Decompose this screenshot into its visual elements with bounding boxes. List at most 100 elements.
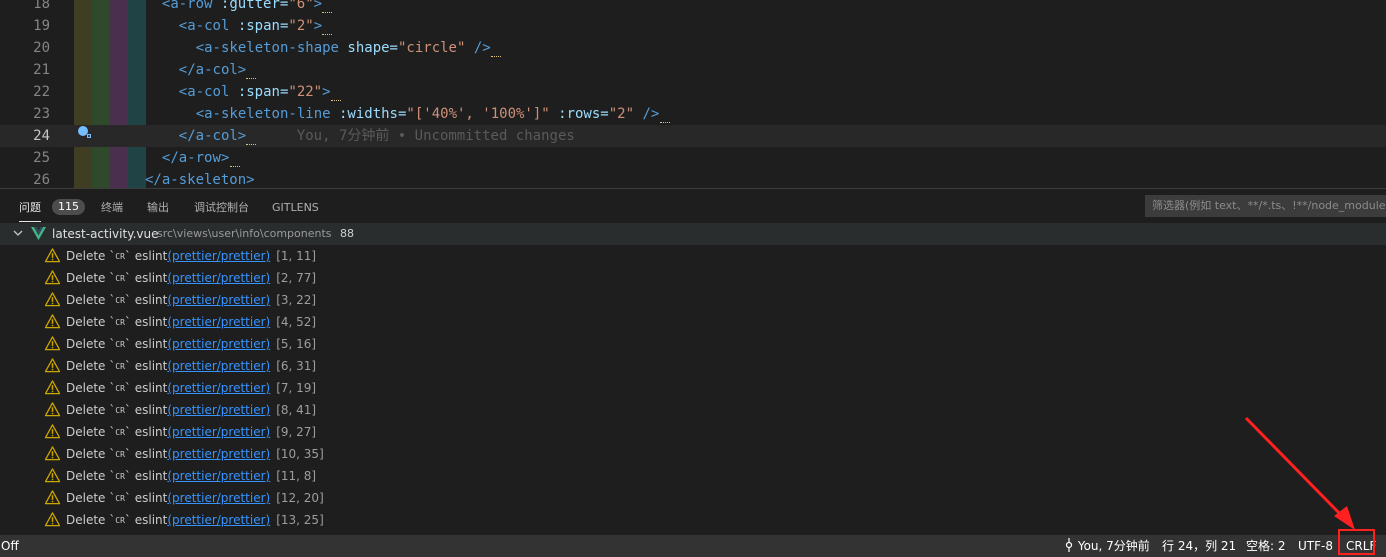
problem-item[interactable]: Delete `CR` eslint(prettier/prettier) [1,… bbox=[0, 245, 1386, 267]
problem-item[interactable]: Delete `CR` eslint(prettier/prettier) [10… bbox=[0, 443, 1386, 465]
code-token: :gutter= bbox=[220, 0, 289, 12]
problem-item[interactable]: Delete `CR` eslint(prettier/prettier) [13… bbox=[0, 509, 1386, 531]
code-editor[interactable]: 18 <a-row :gutter="6"> 19 <a-col :span="2">… bbox=[0, 0, 1386, 188]
tab-terminal[interactable]: 终端 bbox=[101, 199, 123, 217]
problem-source: eslint bbox=[134, 315, 168, 329]
code-token: > bbox=[313, 0, 323, 12]
problem-rule-link[interactable]: (prettier/prettier) bbox=[167, 513, 270, 527]
status-cursor-position[interactable]: 行 24，列 21 bbox=[1162, 535, 1236, 557]
problem-text: Delete ` bbox=[66, 381, 116, 395]
code-token: "22" bbox=[288, 84, 323, 100]
problem-rule-link[interactable]: (prettier/prettier) bbox=[167, 249, 270, 263]
code-line[interactable]: 21 </a-col> bbox=[0, 59, 1386, 81]
problem-source: eslint bbox=[134, 359, 168, 373]
problem-rule-link[interactable]: (prettier/prettier) bbox=[167, 271, 270, 285]
cr-glyph: CR bbox=[115, 472, 125, 481]
code-line[interactable]: 19 <a-col :span="2"> bbox=[0, 15, 1386, 37]
warning-icon bbox=[45, 380, 60, 395]
status-git-blame[interactable]: You, 7分钟前 bbox=[1064, 535, 1150, 557]
code-token: </a-skeleton> bbox=[145, 172, 255, 188]
status-bar: Off You, 7分钟前 行 24，列 21 空格: 2 UTF-8 CRLF bbox=[0, 535, 1386, 557]
problem-text-end: ` bbox=[124, 381, 135, 395]
code-token: :widths= bbox=[338, 106, 407, 122]
problem-item[interactable]: Delete `CR` eslint(prettier/prettier) [11… bbox=[0, 465, 1386, 487]
problem-item[interactable]: Delete `CR` eslint(prettier/prettier) [3,… bbox=[0, 289, 1386, 311]
line-number: 18 bbox=[33, 0, 50, 12]
filter-input[interactable]: 筛选器(例如 text、**/*.ts、!**/node_modules/**) bbox=[1145, 195, 1386, 217]
code-token: shape= bbox=[347, 40, 398, 56]
problem-text: Delete ` bbox=[66, 271, 116, 285]
problem-text-end: ` bbox=[124, 491, 135, 505]
tab-problems[interactable]: 问题 bbox=[19, 199, 41, 222]
tab-gitlens[interactable]: GITLENS bbox=[272, 199, 319, 217]
code-token: :span= bbox=[237, 84, 289, 100]
cr-glyph: CR bbox=[115, 318, 125, 327]
problem-text-end: ` bbox=[124, 469, 135, 483]
line-number: 19 bbox=[33, 18, 50, 34]
code-line[interactable]: 18 <a-row :gutter="6"> bbox=[0, 0, 1386, 15]
problem-rule-link[interactable]: (prettier/prettier) bbox=[167, 359, 270, 373]
line-number: 25 bbox=[33, 150, 50, 166]
problem-rule-link[interactable]: (prettier/prettier) bbox=[167, 293, 270, 307]
problem-position: [8, 41] bbox=[276, 403, 317, 417]
code-line[interactable]: 20 <a-skeleton-shape shape="circle" /> bbox=[0, 37, 1386, 59]
problem-text-end: ` bbox=[124, 293, 135, 307]
status-encoding[interactable]: UTF-8 bbox=[1298, 535, 1333, 557]
code-token: :rows= bbox=[549, 106, 609, 122]
problem-rule-link[interactable]: (prettier/prettier) bbox=[167, 315, 270, 329]
problem-item[interactable]: Delete `CR` eslint(prettier/prettier) [7,… bbox=[0, 377, 1386, 399]
code-line[interactable]: 22 <a-col :span="22"> bbox=[0, 81, 1386, 103]
warning-icon bbox=[45, 402, 60, 417]
problem-message: Delete `CR` eslint(prettier/prettier) [1,… bbox=[66, 245, 316, 268]
problem-item[interactable]: Delete `CR` eslint(prettier/prettier) [8,… bbox=[0, 399, 1386, 421]
problem-text: Delete ` bbox=[66, 447, 116, 461]
cr-glyph: CR bbox=[115, 384, 125, 393]
problem-text: Delete ` bbox=[66, 425, 116, 439]
code-token: <a-skeleton-shape bbox=[195, 40, 348, 56]
tab-debug-console[interactable]: 调试控制台 bbox=[194, 199, 249, 217]
problem-rule-link[interactable]: (prettier/prettier) bbox=[167, 337, 270, 351]
problem-rule-link[interactable]: (prettier/prettier) bbox=[167, 469, 270, 483]
line-number: 23 bbox=[33, 106, 50, 122]
problem-item[interactable]: Delete `CR` eslint(prettier/prettier) [4,… bbox=[0, 311, 1386, 333]
lightbulb-icon[interactable] bbox=[76, 124, 92, 140]
problem-text-end: ` bbox=[124, 447, 135, 461]
problem-item[interactable]: Delete `CR` eslint(prettier/prettier) [12… bbox=[0, 487, 1386, 509]
warning-icon bbox=[45, 358, 60, 373]
code-line[interactable]: 25 </a-row> bbox=[0, 147, 1386, 169]
problem-item[interactable]: Delete `CR` eslint(prettier/prettier) [2,… bbox=[0, 267, 1386, 289]
problem-source: eslint bbox=[134, 403, 168, 417]
problem-text: Delete ` bbox=[66, 359, 116, 373]
code-token: <a-row bbox=[161, 0, 221, 12]
status-indentation[interactable]: 空格: 2 bbox=[1246, 535, 1286, 557]
cr-glyph: CR bbox=[115, 274, 125, 283]
status-left[interactable]: Off bbox=[1, 535, 19, 557]
problem-message: Delete `CR` eslint(prettier/prettier) [12… bbox=[66, 487, 324, 510]
problem-message: Delete `CR` eslint(prettier/prettier) [3,… bbox=[66, 289, 316, 312]
problem-item[interactable]: Delete `CR` eslint(prettier/prettier) [9,… bbox=[0, 421, 1386, 443]
problem-rule-link[interactable]: (prettier/prettier) bbox=[167, 403, 270, 417]
problem-rule-link[interactable]: (prettier/prettier) bbox=[167, 447, 270, 461]
code-token: </a-col> bbox=[178, 62, 247, 78]
bottom-panel: 问题 115 终端 输出 调试控制台 GITLENS 筛选器(例如 text、*… bbox=[0, 188, 1386, 536]
problem-position: [9, 27] bbox=[276, 425, 317, 439]
warning-icon bbox=[45, 292, 60, 307]
code-line[interactable]: 24 </a-col> You, 7分钟前 • Uncommitted chang… bbox=[0, 125, 1386, 147]
chevron-down-icon[interactable] bbox=[12, 227, 24, 239]
problem-file-row[interactable]: latest-activity.vue src\views\user\info\… bbox=[0, 223, 1386, 245]
code-line[interactable]: 26 </a-skeleton> bbox=[0, 169, 1386, 188]
problem-item[interactable]: Delete `CR` eslint(prettier/prettier) [5,… bbox=[0, 333, 1386, 355]
problem-count-badge: 115 bbox=[52, 199, 85, 215]
problem-rule-link[interactable]: (prettier/prettier) bbox=[167, 491, 270, 505]
problem-item[interactable]: Delete `CR` eslint(prettier/prettier) [6,… bbox=[0, 355, 1386, 377]
file-path: src\views\user\info\components bbox=[157, 227, 332, 240]
tab-output[interactable]: 输出 bbox=[147, 199, 169, 217]
code-text: </a-row> bbox=[162, 147, 229, 169]
problem-rule-link[interactable]: (prettier/prettier) bbox=[167, 425, 270, 439]
problem-message: Delete `CR` eslint(prettier/prettier) [10… bbox=[66, 443, 324, 466]
problem-source: eslint bbox=[134, 249, 168, 263]
problem-rule-link[interactable]: (prettier/prettier) bbox=[167, 381, 270, 395]
warning-icon bbox=[45, 336, 60, 351]
problem-position: [4, 52] bbox=[276, 315, 317, 329]
code-line[interactable]: 23 <a-skeleton-line :widths="['40%', '100… bbox=[0, 103, 1386, 125]
